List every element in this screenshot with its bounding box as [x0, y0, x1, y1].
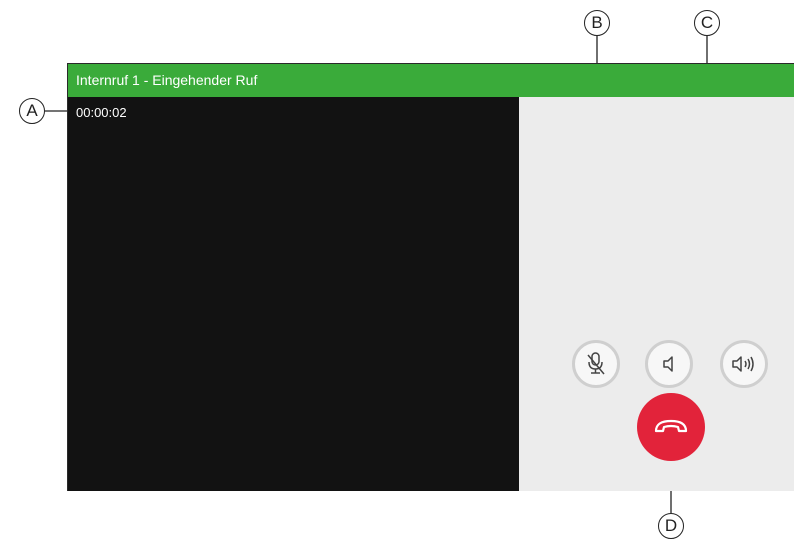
window-title: Internruf 1 - Eingehender Ruf [68, 64, 794, 97]
speaker-low-icon [663, 356, 673, 372]
microphone-muted-icon [587, 352, 605, 375]
phone-hangup-icon [654, 419, 688, 433]
volume-down-button[interactable] [645, 340, 693, 388]
callout-d: D [658, 513, 684, 539]
intercom-call-screen: Internruf 1 - Eingehender Ruf 00:00:02 [67, 63, 794, 491]
hangup-button[interactable] [637, 393, 705, 461]
speaker-high-icon [732, 356, 754, 372]
mute-microphone-button[interactable] [572, 340, 620, 388]
callout-c: C [694, 10, 720, 36]
volume-up-button[interactable] [720, 340, 768, 388]
call-duration: 00:00:02 [76, 105, 127, 120]
callout-b: B [584, 10, 610, 36]
call-control-panel [519, 97, 794, 491]
video-area: 00:00:02 [68, 97, 519, 491]
callout-a: A [19, 98, 45, 124]
